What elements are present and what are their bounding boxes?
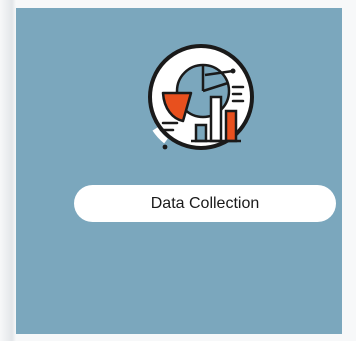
data-collection-label[interactable]: Data Collection [74,185,336,222]
label-text: Data Collection [150,194,260,212]
page: Data Collection [0,0,356,341]
data-collection-tile[interactable]: Data Collection [16,8,342,334]
data-analytics-icon [148,44,254,150]
